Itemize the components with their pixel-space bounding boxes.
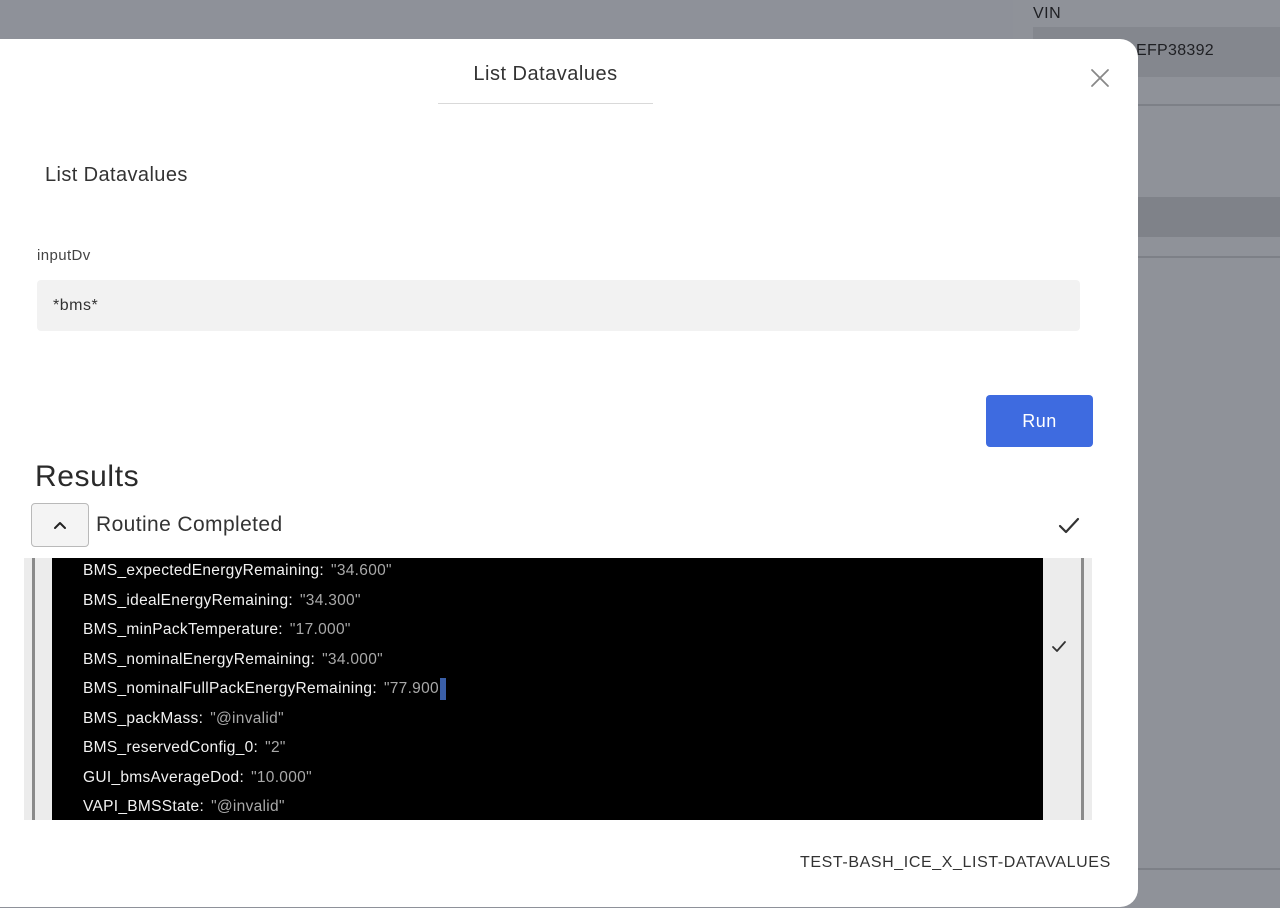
background-divider bbox=[1130, 256, 1280, 258]
result-value: "@invalid" bbox=[210, 710, 284, 727]
result-key: BMS_minPackTemperature: bbox=[83, 621, 283, 638]
result-row: BMS_nominalEnergyRemaining: "34.000" bbox=[83, 648, 383, 672]
close-button[interactable] bbox=[1088, 66, 1112, 90]
check-icon bbox=[1052, 641, 1066, 652]
chevron-up-icon bbox=[54, 522, 66, 529]
result-value: "77.900 bbox=[383, 680, 439, 697]
result-value: "34.300" bbox=[299, 592, 361, 609]
modal-title: List Datavalues bbox=[438, 63, 653, 104]
result-row: BMS_idealEnergyRemaining: "34.300" bbox=[83, 589, 361, 613]
result-value: "@invalid" bbox=[211, 798, 285, 815]
vin-value: EFP38392 bbox=[1136, 42, 1215, 59]
result-key: BMS_reservedConfig_0: bbox=[83, 739, 259, 756]
result-row: GUI_bmsAverageDod: "10.000" bbox=[83, 766, 312, 790]
frame-border bbox=[32, 558, 35, 820]
input-dv-field[interactable] bbox=[37, 280, 1080, 331]
result-key: GUI_bmsAverageDod: bbox=[83, 769, 245, 786]
list-datavalues-modal: List Datavalues List Datavalues inputDv … bbox=[0, 39, 1138, 907]
routine-title: List Datavalues bbox=[45, 164, 188, 186]
result-key: BMS_idealEnergyRemaining: bbox=[83, 592, 293, 609]
result-key: VAPI_BMSState: bbox=[83, 798, 205, 815]
background-divider bbox=[1130, 868, 1280, 870]
result-key: BMS_nominalFullPackEnergyRemaining: bbox=[83, 680, 377, 697]
result-row: VAPI_BMSState: "@invalid" bbox=[83, 795, 285, 819]
result-row: BMS_nominalFullPackEnergyRemaining: "77.9… bbox=[83, 677, 446, 701]
result-row: BMS_minPackTemperature: "17.000" bbox=[83, 618, 351, 642]
routine-id: TEST-BASH_ICE_X_LIST-DATAVALUES bbox=[800, 854, 1111, 871]
routine-status: Routine Completed bbox=[96, 513, 283, 536]
result-key: BMS_nominalEnergyRemaining: bbox=[83, 651, 316, 668]
text-cursor bbox=[439, 677, 446, 700]
result-key: BMS_packMass: bbox=[83, 710, 204, 727]
close-icon bbox=[1091, 69, 1109, 87]
result-value: "17.000" bbox=[289, 621, 351, 638]
collapse-results-button[interactable] bbox=[31, 503, 89, 547]
results-output: BMS_expectedEnergyRemaining: "34.600" BMS… bbox=[24, 558, 1092, 820]
result-row: BMS_expectedEnergyRemaining: "34.600" bbox=[83, 559, 392, 583]
input-label: inputDv bbox=[37, 247, 91, 264]
result-value: "34.600" bbox=[331, 562, 392, 579]
vin-label: VIN bbox=[1033, 5, 1062, 22]
result-key: BMS_expectedEnergyRemaining: bbox=[83, 562, 325, 579]
result-row: BMS_reservedConfig_0: "2" bbox=[83, 736, 286, 760]
results-terminal[interactable]: BMS_expectedEnergyRemaining: "34.600" BMS… bbox=[52, 558, 1043, 820]
result-row: BMS_packMass: "@invalid" bbox=[83, 707, 284, 731]
run-button[interactable]: Run bbox=[986, 395, 1093, 447]
check-icon bbox=[1058, 517, 1080, 534]
result-value: "34.000" bbox=[322, 651, 383, 668]
results-heading: Results bbox=[35, 460, 140, 493]
result-value: "2" bbox=[265, 739, 286, 756]
result-value: "10.000" bbox=[251, 769, 312, 786]
scrollbar[interactable] bbox=[1081, 558, 1084, 820]
